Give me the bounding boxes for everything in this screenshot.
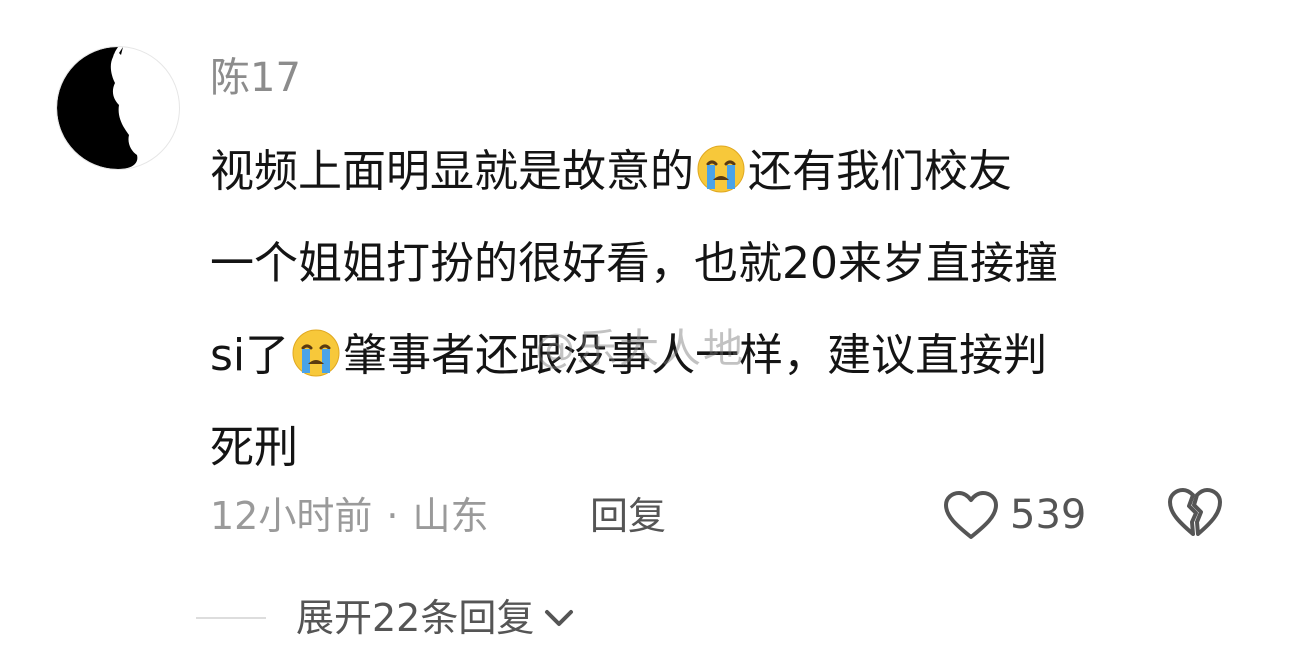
comment-text: 视频上面明显就是故意的 还有我们校友 一个姐姐打扮的很好看，也就20来岁直接撞 … [210,126,1250,494]
broken-heart-icon [1168,488,1222,536]
like-button[interactable]: 539 [942,486,1086,544]
comment-line: 死刑 [210,422,298,473]
expand-replies-label: 展开22条回复 [296,596,535,640]
meta-separator: · [386,494,399,538]
heart-outline-icon [944,491,998,539]
dislike-button[interactable] [1166,486,1226,544]
black-cat-silhouette-icon [57,47,138,169]
crying-face-emoji-icon [697,145,745,193]
comment-item: 陈17 视频上面明显就是故意的 还有我们校友 一个姐姐打扮的很好看，也就20来岁… [0,0,1290,661]
like-count: 539 [1010,492,1087,538]
watermark: @乐大人地 [535,326,745,372]
expand-replies-button[interactable]: 展开22条回复 [196,590,576,646]
chevron-down-icon [545,610,574,626]
username[interactable]: 陈17 [210,52,301,104]
reply-button[interactable]: 回复 [590,488,666,544]
comment-meta: 12小时前 · 山东 [210,488,488,544]
crying-face-emoji-icon [292,329,340,377]
comment-location: 山东 [412,494,489,538]
comment-line: 一个姐姐打扮的很好看，也就20来岁直接撞 [210,238,1058,289]
comment-line: 视频上面明显就是故意的 还有我们校友 [210,145,1012,197]
avatar[interactable] [56,46,180,170]
divider [196,617,266,619]
comment-time: 12小时前 [210,494,373,538]
